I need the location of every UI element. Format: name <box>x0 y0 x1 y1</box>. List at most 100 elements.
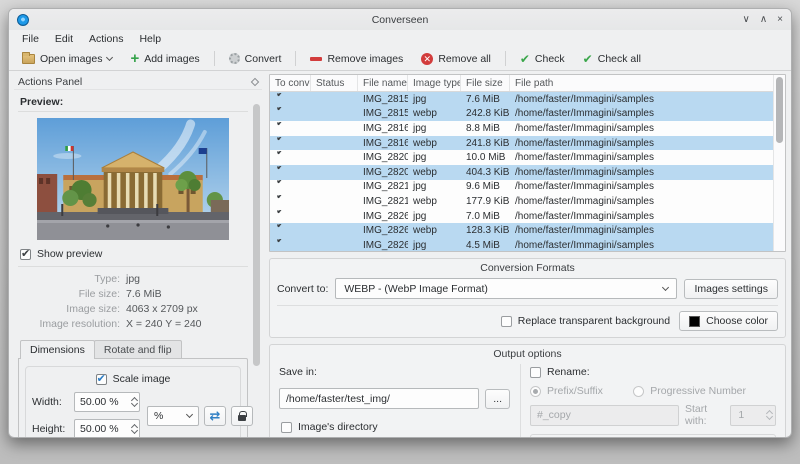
type-value: jpg <box>126 273 141 285</box>
format-select[interactable]: WEBP - (WebP Image Format) <box>335 278 678 299</box>
convert-to-label: Convert to: <box>277 282 329 295</box>
row-file-path: /home/faster/Immagini/samples <box>515 225 654 237</box>
table-row[interactable]: IMG_2826.jpg jpg 7.0 MiB /home/faster/Im… <box>270 209 773 224</box>
row-file-name: IMG_2821.jpg <box>363 181 408 193</box>
row-check-icon[interactable] <box>275 210 285 220</box>
rename-checkbox[interactable]: Rename: <box>530 366 776 378</box>
row-check-icon[interactable] <box>275 93 285 103</box>
checkbox-icon <box>281 421 292 433</box>
check-all-button[interactable]: ✔ Check all <box>576 50 648 68</box>
row-file-name: IMG_2816.jpg <box>363 122 408 134</box>
table-row[interactable]: IMG_2816_co... webp 241.8 KiB /home/fast… <box>270 135 773 151</box>
refresh-icon: ⇄ <box>209 408 221 423</box>
row-file-path: /home/faster/Immagini/samples <box>515 122 654 134</box>
maximize-icon[interactable]: ∧ <box>760 14 767 25</box>
table-row[interactable]: IMG_2826-M... jpg 4.5 MiB /home/faster/I… <box>270 237 773 251</box>
table-row[interactable]: IMG_2820_co... webp 404.3 KiB /home/fast… <box>270 164 773 180</box>
check-button[interactable]: ✔ Check <box>513 50 572 68</box>
save-path-input[interactable] <box>279 388 480 409</box>
close-icon[interactable]: × <box>777 14 783 25</box>
height-spinner[interactable]: 50.00 % <box>74 419 140 437</box>
file-table-header: To convert Status File name Image type F… <box>270 75 773 92</box>
output-options-title: Output options <box>493 348 562 360</box>
col-file-path[interactable]: File path <box>510 75 773 91</box>
row-file-path: /home/faster/Immagini/samples <box>515 137 654 149</box>
col-status[interactable]: Status <box>311 75 358 91</box>
table-row[interactable]: IMG_2816.jpg jpg 8.8 MiB /home/faster/Im… <box>270 121 773 136</box>
toolbar-separator <box>213 51 215 66</box>
row-file-path: /home/faster/Immagini/samples <box>515 166 654 178</box>
add-images-button[interactable]: + Add images <box>123 50 206 68</box>
table-row[interactable]: IMG_2821.jpg jpg 9.6 MiB /home/faster/Im… <box>270 180 773 195</box>
row-check-icon[interactable] <box>275 239 285 249</box>
replace-background-checkbox[interactable]: Replace transparent background <box>500 315 670 327</box>
row-check-icon[interactable] <box>275 195 285 205</box>
start-with-spinner[interactable]: 1 <box>730 404 776 426</box>
tab-dimensions[interactable]: Dimensions <box>20 340 95 359</box>
minimize-icon[interactable]: ∨ <box>743 14 750 25</box>
table-row[interactable]: IMG_2815.jpg jpg 7.6 MiB /home/faster/Im… <box>270 92 773 107</box>
col-file-size[interactable]: File size <box>461 75 510 91</box>
check-icon: ✔ <box>519 51 530 66</box>
lock-ratio-button[interactable] <box>231 405 253 426</box>
table-row[interactable]: IMG_2815_co... webp 242.8 KiB /home/fast… <box>270 106 773 122</box>
x-circle-icon: ✕ <box>421 52 434 65</box>
open-folder-icon <box>22 51 35 64</box>
table-row[interactable]: IMG_2826_co... webp 128.3 KiB /home/fast… <box>270 223 773 238</box>
row-file-size: 241.8 KiB <box>466 137 510 149</box>
dimensions-panel: Scale image Width: 50.00 % Height: <box>18 358 253 437</box>
row-check-icon[interactable] <box>275 224 285 234</box>
prefix-suffix-radio[interactable]: Prefix/Suffix <box>530 385 603 397</box>
menu-edit[interactable]: Edit <box>48 32 80 46</box>
col-file-name[interactable]: File name <box>358 75 408 91</box>
actions-panel: Actions Panel Preview: ✔ Show preview Ty… <box>14 74 262 437</box>
row-check-icon[interactable] <box>275 107 285 117</box>
checkbox-icon <box>95 372 107 385</box>
float-panel-icon[interactable] <box>250 77 260 86</box>
show-preview-checkbox[interactable]: Show preview <box>20 247 248 260</box>
app-window: Converseen ∨ ∧ × File Edit Actions Help … <box>8 8 792 438</box>
progressive-number-radio[interactable]: Progressive Number <box>633 385 746 397</box>
menu-help[interactable]: Help <box>132 32 168 46</box>
browse-button[interactable]: ... <box>485 388 510 409</box>
row-image-type: webp <box>413 225 437 237</box>
table-row[interactable]: IMG_2821_co... webp 177.9 KiB /home/fast… <box>270 194 773 209</box>
col-to-convert[interactable]: To convert <box>270 75 311 91</box>
scale-image-checkbox[interactable]: Scale image <box>95 372 170 385</box>
row-file-name: IMG_2826.jpg <box>363 210 408 222</box>
title-bar[interactable]: Converseen ∨ ∧ × <box>9 9 791 30</box>
tab-rotate-flip[interactable]: Rotate and flip <box>93 340 182 359</box>
row-file-name: IMG_2821_co... <box>363 195 408 207</box>
remove-all-button[interactable]: ✕ Remove all <box>414 50 498 68</box>
choose-color-button[interactable]: Choose color <box>679 311 778 331</box>
actions-panel-scrollbar[interactable] <box>253 104 260 366</box>
checkbox-icon <box>500 315 512 327</box>
menu-file[interactable]: File <box>15 32 46 46</box>
rename-pattern-input[interactable] <box>530 404 679 426</box>
col-image-type[interactable]: Image type <box>408 75 461 91</box>
row-file-size: 7.0 MiB <box>466 210 500 222</box>
width-spinner[interactable]: 50.00 % <box>74 392 140 412</box>
row-check-icon[interactable] <box>275 137 285 147</box>
convert-button[interactable]: Convert <box>222 50 289 68</box>
row-file-size: 8.8 MiB <box>466 122 500 134</box>
table-row[interactable]: IMG_2820.jpg jpg 10.0 MiB /home/faster/I… <box>270 150 773 165</box>
unit-select[interactable]: % <box>147 405 199 426</box>
file-table-body: IMG_2815.jpg jpg 7.6 MiB /home/faster/Im… <box>270 92 773 251</box>
file-table-scrollbar[interactable] <box>773 75 785 251</box>
reset-dimensions-button[interactable]: ⇄ <box>204 405 226 426</box>
remove-images-button[interactable]: Remove images <box>303 50 410 68</box>
row-check-icon[interactable] <box>275 122 285 132</box>
menu-actions[interactable]: Actions <box>82 32 130 46</box>
images-settings-button[interactable]: Images settings <box>684 278 778 299</box>
row-file-path: /home/faster/Immagini/samples <box>515 195 654 207</box>
scrollbar-thumb[interactable] <box>776 77 783 143</box>
checkbox-icon <box>530 366 541 378</box>
color-swatch-icon <box>689 315 701 327</box>
row-image-type: jpg <box>413 93 427 105</box>
row-check-icon[interactable] <box>275 166 285 176</box>
row-check-icon[interactable] <box>275 180 285 190</box>
row-check-icon[interactable] <box>275 151 285 161</box>
image-info: Type: jpg File size: 7.6 MiB Image size:… <box>18 273 248 330</box>
open-images-button[interactable]: Open images <box>15 50 119 68</box>
